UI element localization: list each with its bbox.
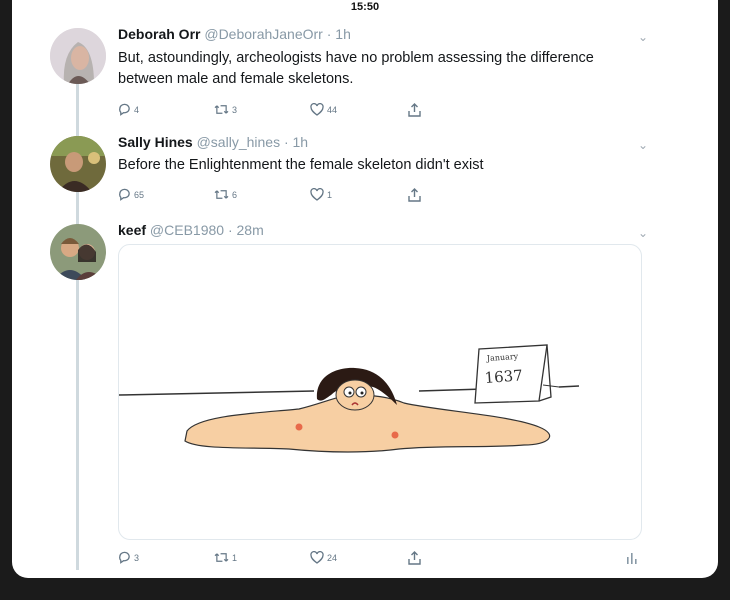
tweet-actions: 3 1 24 [118, 551, 438, 567]
avatar[interactable] [50, 136, 106, 192]
display-name[interactable]: Sally Hines [118, 134, 193, 150]
retweet-count: 6 [232, 189, 238, 200]
cartoon-illustration: January 1637 [119, 344, 580, 453]
share-icon [408, 103, 421, 117]
tweet-text: But, astoundingly, archeologists have no… [118, 50, 594, 87]
tweet-header: Sally Hines @sally_hines · 1h [118, 134, 308, 150]
retweet-icon [214, 190, 229, 199]
user-handle[interactable]: @CEB1980 [150, 222, 224, 238]
reply-button[interactable]: 65 [118, 188, 144, 201]
tweet-header: Deborah Orr @DeborahJaneOrr · 1h [118, 26, 351, 42]
tweet-header: keef @CEB1980 · 28m [118, 222, 264, 238]
like-button[interactable]: 1 [310, 188, 332, 201]
tweet-time[interactable]: · 1h [284, 134, 308, 150]
display-name[interactable]: keef [118, 222, 146, 238]
person-avatar-icon [50, 136, 106, 192]
like-count: 44 [327, 104, 338, 115]
reply-button[interactable]: 4 [118, 103, 139, 116]
chevron-down-icon[interactable]: ⌄ [638, 226, 648, 240]
retweet-count: 3 [232, 104, 238, 115]
chevron-down-icon[interactable]: ⌄ [638, 138, 648, 152]
retweet-button[interactable]: 6 [214, 188, 237, 201]
avatar[interactable] [50, 28, 106, 84]
couple-avatar-icon [50, 224, 106, 280]
share-button[interactable] [408, 103, 421, 117]
analytics-button[interactable] [626, 551, 638, 570]
like-button[interactable]: 24 [310, 551, 337, 564]
heart-icon [310, 188, 324, 201]
bar-chart-icon [627, 553, 637, 564]
avatar[interactable] [50, 224, 106, 280]
retweet-icon [214, 553, 229, 562]
reply-icon [119, 188, 130, 201]
sign-year-text: 1637 [484, 366, 523, 387]
tweet-actions: 65 6 1 [118, 188, 438, 204]
phone-screen: 15:50 Deborah Orr @DeborahJaneOrr · 1h ⌄… [12, 0, 718, 578]
retweet-button[interactable]: 3 [214, 103, 237, 116]
heart-icon [310, 103, 324, 116]
reply-icon [119, 551, 130, 564]
share-icon [408, 188, 421, 202]
reply-count: 65 [134, 189, 145, 200]
reply-count: 3 [134, 552, 140, 563]
display-name[interactable]: Deborah Orr [118, 26, 200, 42]
tweet-media-cartoon[interactable]: January 1637 [118, 244, 642, 540]
tweet-text: Before the Enlightenment the female skel… [118, 157, 484, 173]
woman-grey-hair-avatar-icon [50, 28, 106, 84]
reply-button[interactable]: 3 [118, 551, 139, 564]
reply-icon [119, 103, 130, 116]
retweet-button[interactable]: 1 [214, 551, 237, 564]
status-bar-time: 15:50 [350, 1, 380, 13]
user-handle[interactable]: @DeborahJaneOrr [204, 26, 323, 42]
tweet-time[interactable]: · 28m [228, 222, 264, 238]
reply-count: 4 [134, 104, 140, 115]
like-button[interactable]: 44 [310, 103, 337, 116]
tweet-time[interactable]: · 1h [327, 26, 351, 42]
user-handle[interactable]: @sally_hines [197, 134, 280, 150]
share-button[interactable] [408, 551, 421, 565]
tweet-actions: 4 3 44 [118, 103, 438, 119]
share-button[interactable] [408, 188, 421, 202]
chevron-down-icon[interactable]: ⌄ [638, 30, 648, 44]
heart-icon [310, 551, 324, 564]
retweet-icon [214, 105, 229, 114]
share-icon [408, 551, 421, 565]
retweet-count: 1 [232, 552, 238, 563]
like-count: 24 [327, 552, 338, 563]
like-count: 1 [327, 189, 333, 200]
